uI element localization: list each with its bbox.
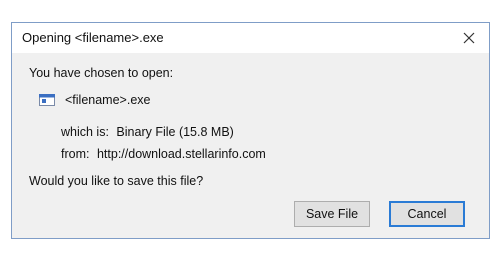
from-label: from:: [61, 147, 90, 161]
file-info-row: <filename>.exe: [39, 93, 150, 107]
file-type-row: which is: Binary File (15.8 MB): [61, 125, 234, 139]
close-button[interactable]: [457, 26, 481, 50]
file-type-value: Binary File (15.8 MB): [116, 125, 234, 139]
save-file-button[interactable]: Save File: [294, 201, 370, 227]
which-is-label: which is:: [61, 125, 109, 139]
file-name: <filename>.exe: [65, 93, 151, 107]
executable-file-icon: [39, 94, 55, 106]
save-file-dialog: Opening <filename>.exe You have chosen t…: [11, 22, 490, 239]
open-prompt-text: You have chosen to open:: [29, 66, 174, 80]
close-icon: [463, 32, 475, 44]
dialog-content: You have chosen to open: <filename>.exe …: [12, 53, 489, 238]
dialog-title: Opening <filename>.exe: [22, 30, 164, 45]
file-source-url: http://download.stellarinfo.com: [96, 147, 266, 161]
save-question-text: Would you like to save this file?: [29, 174, 204, 188]
dialog-titlebar: Opening <filename>.exe: [12, 23, 489, 53]
cancel-button[interactable]: Cancel: [389, 201, 465, 227]
file-source-row: from: http://download.stellarinfo.com: [61, 147, 266, 161]
